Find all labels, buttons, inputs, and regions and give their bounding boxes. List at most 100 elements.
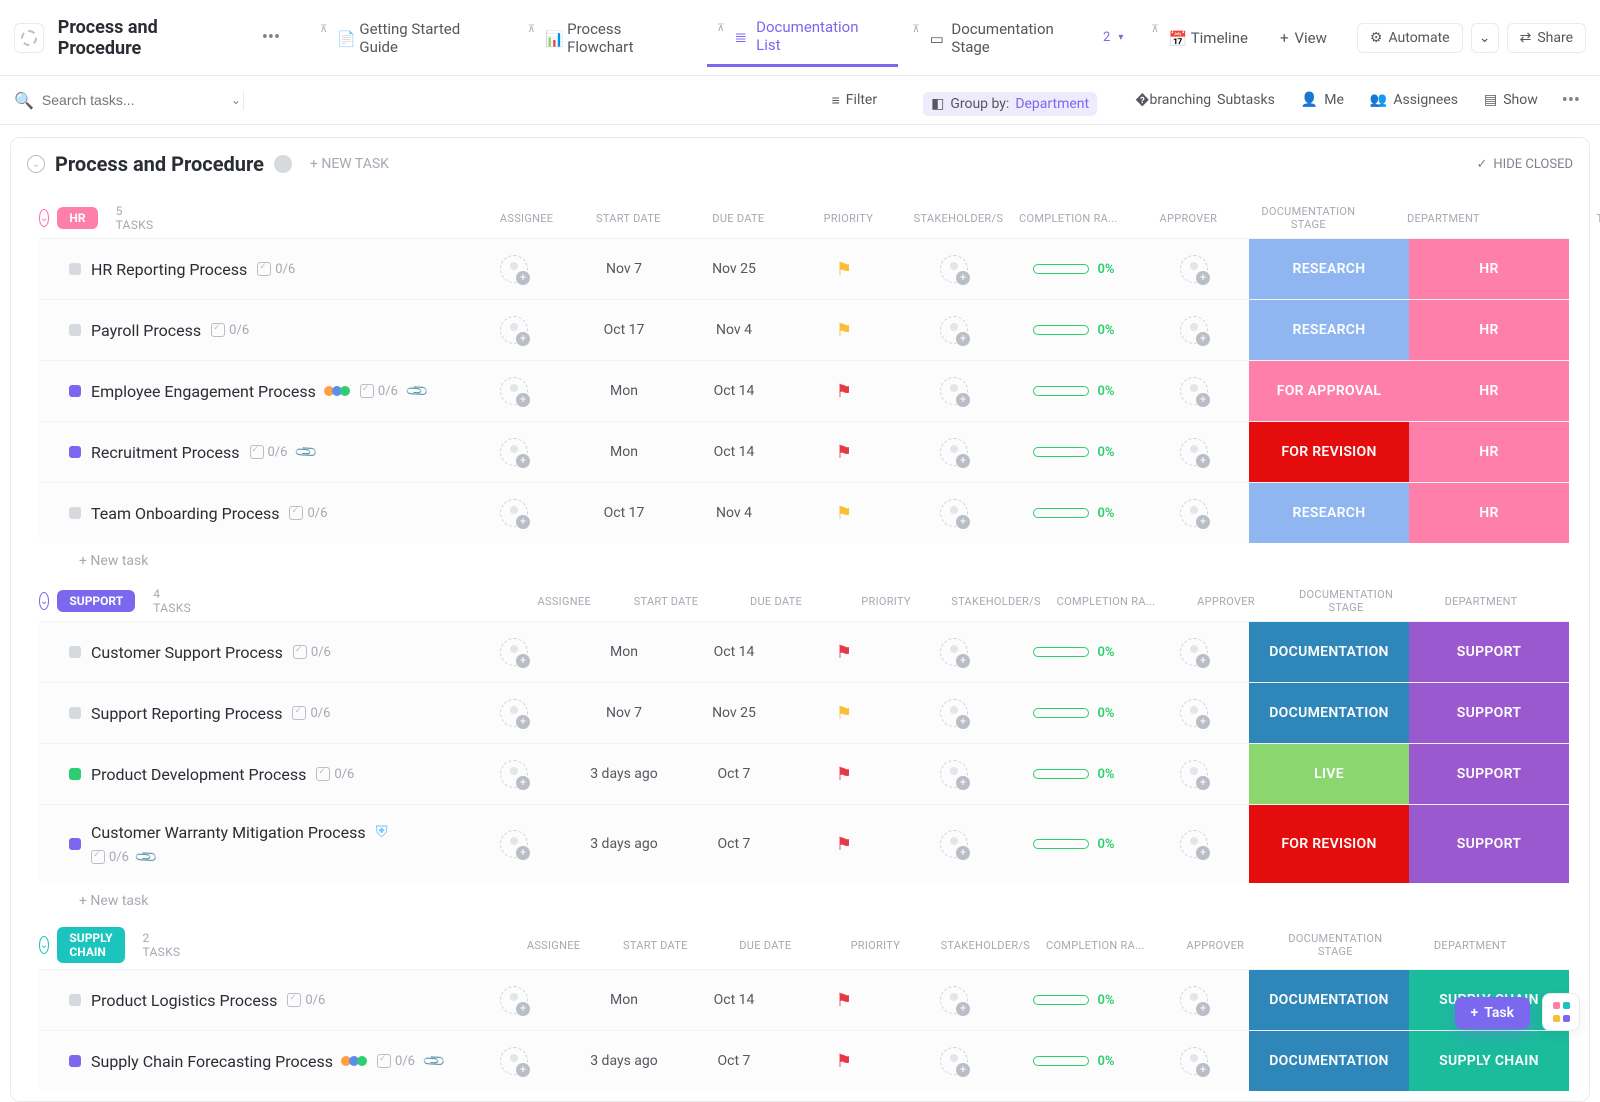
priority-cell[interactable]: ⚑ (789, 381, 899, 402)
assignee-cell[interactable] (459, 830, 569, 858)
subtask-count[interactable]: 0/6 (91, 850, 129, 865)
stakeholder-placeholder-icon[interactable] (940, 499, 968, 527)
start-date-cell[interactable]: Mon (569, 383, 679, 399)
subtask-count[interactable]: 0/6 (360, 384, 398, 399)
task-row[interactable]: Support Reporting Process0/6 Nov 7 Nov 2… (39, 682, 1569, 743)
priority-cell[interactable]: ⚑ (789, 1051, 899, 1072)
approver-cell[interactable] (1139, 1047, 1249, 1075)
due-date-cell[interactable]: Oct 7 (679, 836, 789, 852)
assignee-placeholder-icon[interactable] (500, 1047, 528, 1075)
completion-cell[interactable]: 0% (1009, 323, 1139, 338)
start-date-cell[interactable]: Mon (569, 644, 679, 660)
priority-cell[interactable]: ⚑ (789, 442, 899, 463)
department-cell[interactable]: SUPPORT (1409, 683, 1569, 743)
start-date-cell[interactable]: Mon (569, 444, 679, 460)
more-icon[interactable]: ••• (1556, 90, 1586, 111)
department-cell[interactable]: HR (1409, 483, 1569, 543)
assignee-placeholder-icon[interactable] (500, 316, 528, 344)
task-row[interactable]: Customer Warranty Mitigation Process⛨0/6… (39, 804, 1569, 883)
stakeholder-cell[interactable] (899, 986, 1009, 1014)
new-task-row[interactable]: + New task (39, 883, 1569, 913)
tab-timeline[interactable]: ⊼📅Timeline (1141, 19, 1262, 57)
stakeholder-placeholder-icon[interactable] (940, 255, 968, 283)
approver-cell[interactable] (1139, 377, 1249, 405)
subtask-count[interactable]: 0/6 (293, 645, 331, 660)
due-date-cell[interactable]: Oct 14 (679, 444, 789, 460)
task-row[interactable]: Team Onboarding Process0/6 Oct 17 Nov 4 … (39, 482, 1569, 543)
task-row[interactable]: Customer Support Process0/6 Mon Oct 14 ⚑… (39, 621, 1569, 682)
assignee-placeholder-icon[interactable] (500, 830, 528, 858)
assignee-placeholder-icon[interactable] (500, 760, 528, 788)
collapse-icon[interactable]: ⌄ (39, 936, 49, 954)
stage-cell[interactable]: DOCUMENTATION (1249, 970, 1409, 1030)
priority-cell[interactable]: ⚑ (789, 834, 899, 855)
subtask-count[interactable]: 0/6 (257, 262, 295, 277)
due-date-cell[interactable]: Oct 14 (679, 644, 789, 660)
more-icon[interactable]: ••• (256, 29, 286, 47)
status-square[interactable] (69, 838, 81, 850)
stage-cell[interactable]: DOCUMENTATION (1249, 1031, 1409, 1091)
show-button[interactable]: ▤Show (1476, 88, 1546, 112)
stage-cell[interactable]: DOCUMENTATION (1249, 622, 1409, 682)
attachment-icon[interactable]: 📎 (133, 844, 159, 870)
start-date-cell[interactable]: Oct 17 (569, 505, 679, 521)
status-square[interactable] (69, 994, 81, 1006)
department-cell[interactable]: SUPPORT (1409, 622, 1569, 682)
attachment-icon[interactable]: 📎 (421, 1048, 447, 1074)
attachment-icon[interactable]: 📎 (294, 439, 320, 465)
stakeholder-placeholder-icon[interactable] (940, 699, 968, 727)
stakeholder-cell[interactable] (899, 438, 1009, 466)
approver-cell[interactable] (1139, 830, 1249, 858)
apps-grid-button[interactable] (1542, 993, 1580, 1031)
assignee-cell[interactable] (459, 255, 569, 283)
filter-button[interactable]: ≡Filter (824, 88, 885, 113)
stakeholder-cell[interactable] (899, 316, 1009, 344)
stakeholder-placeholder-icon[interactable] (940, 986, 968, 1014)
subtask-count[interactable]: 0/6 (377, 1054, 415, 1069)
due-date-cell[interactable]: Nov 25 (679, 261, 789, 277)
completion-cell[interactable]: 0% (1009, 645, 1139, 660)
priority-cell[interactable]: ⚑ (789, 503, 899, 524)
approver-placeholder-icon[interactable] (1180, 830, 1208, 858)
priority-cell[interactable]: ⚑ (789, 703, 899, 724)
assignee-placeholder-icon[interactable] (500, 986, 528, 1014)
stakeholder-cell[interactable] (899, 1047, 1009, 1075)
approver-placeholder-icon[interactable] (1180, 377, 1208, 405)
due-date-cell[interactable]: Nov 4 (679, 322, 789, 338)
group-pill[interactable]: HR (57, 207, 97, 229)
start-date-cell[interactable]: Mon (569, 992, 679, 1008)
department-cell[interactable]: HR (1409, 422, 1569, 482)
status-square[interactable] (69, 324, 81, 336)
hide-closed-button[interactable]: ✓HIDE CLOSED (1477, 157, 1574, 172)
approver-cell[interactable] (1139, 760, 1249, 788)
approver-cell[interactable] (1139, 699, 1249, 727)
department-cell[interactable]: HR (1409, 239, 1569, 299)
completion-cell[interactable]: 0% (1009, 706, 1139, 721)
due-date-cell[interactable]: Oct 14 (679, 992, 789, 1008)
tab-documentation-list[interactable]: ⊼≣Documentation List (707, 8, 898, 67)
subtask-count[interactable]: 0/6 (289, 506, 327, 521)
department-cell[interactable]: HR (1409, 300, 1569, 360)
search-input[interactable] (42, 92, 223, 108)
department-cell[interactable]: HR (1409, 361, 1569, 421)
tab-getting-started-guide[interactable]: ⊼📄Getting Started Guide (310, 10, 514, 66)
start-date-cell[interactable]: Nov 7 (569, 261, 679, 277)
tab-view[interactable]: +View (1266, 19, 1341, 57)
group-pill[interactable]: SUPPORT (57, 590, 135, 612)
status-square[interactable] (69, 263, 81, 275)
approver-placeholder-icon[interactable] (1180, 638, 1208, 666)
subtask-count[interactable]: 0/6 (287, 993, 325, 1008)
new-task-link[interactable]: + NEW TASK (310, 156, 389, 172)
due-date-cell[interactable]: Nov 4 (679, 505, 789, 521)
automate-button[interactable]: ⚙Automate (1357, 23, 1463, 53)
task-row[interactable]: Product Logistics Process0/6 Mon Oct 14 … (39, 969, 1569, 1030)
completion-cell[interactable]: 0% (1009, 993, 1139, 1008)
start-date-cell[interactable]: Oct 17 (569, 322, 679, 338)
chevron-down-icon[interactable]: ⌄ (231, 93, 241, 107)
approver-placeholder-icon[interactable] (1180, 760, 1208, 788)
group-pill[interactable]: SUPPLY CHAIN (57, 927, 124, 963)
me-button[interactable]: 👤Me (1293, 88, 1352, 112)
department-cell[interactable]: SUPPLY CHAIN (1409, 1031, 1569, 1091)
priority-cell[interactable]: ⚑ (789, 259, 899, 280)
due-date-cell[interactable]: Nov 25 (679, 705, 789, 721)
